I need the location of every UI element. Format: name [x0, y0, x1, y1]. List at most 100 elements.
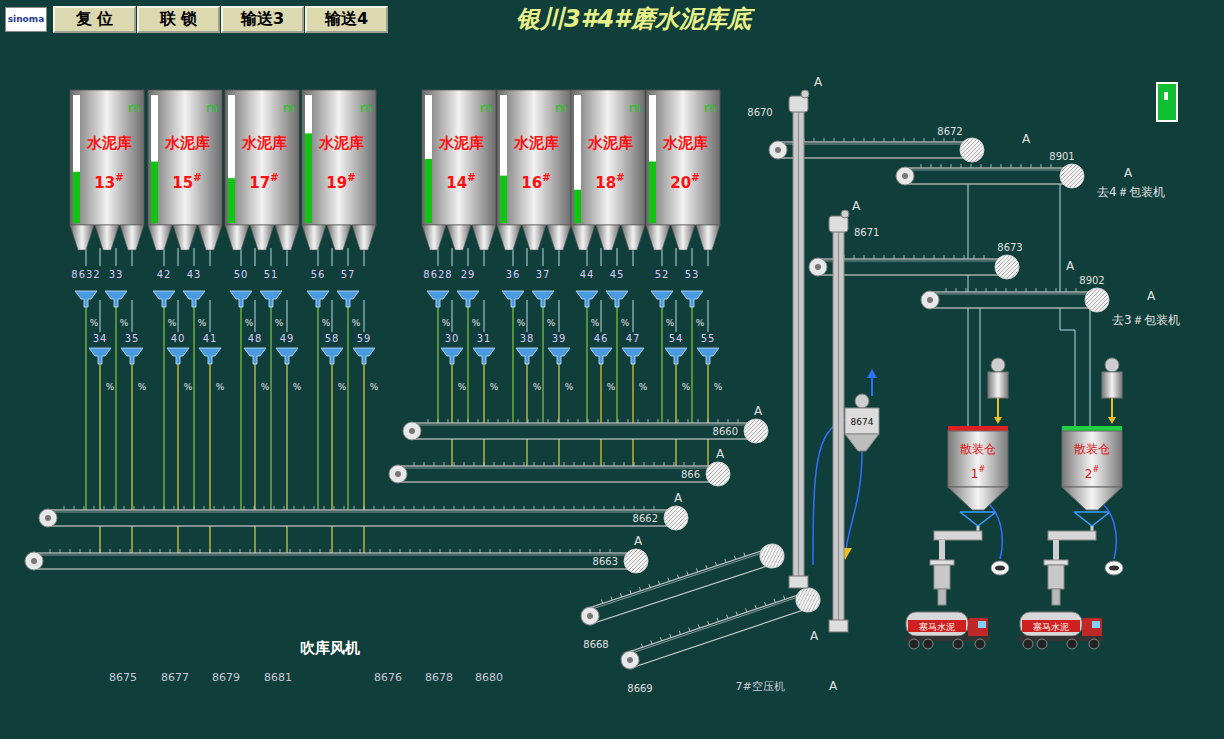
- discharge-valve[interactable]: 47%: [622, 333, 648, 392]
- valve-icon[interactable]: [260, 291, 282, 307]
- valve-icon[interactable]: [121, 348, 143, 364]
- discharge-valve[interactable]: 48%: [244, 333, 270, 392]
- discharge-valve[interactable]: 36%: [502, 269, 526, 328]
- discharge-valve[interactable]: 34%: [89, 333, 115, 392]
- valve-icon[interactable]: [697, 348, 719, 364]
- discharge-valve[interactable]: 57%: [337, 269, 361, 328]
- conveyor-belt[interactable]: 8672A: [769, 126, 1031, 162]
- valve-icon[interactable]: [548, 348, 570, 364]
- valve-icon[interactable]: [457, 291, 479, 307]
- cement-silo[interactable]: m水泥库17#: [225, 90, 299, 250]
- valve-icon[interactable]: [321, 348, 343, 364]
- belt-body[interactable]: [818, 259, 1007, 275]
- valve-icon[interactable]: [441, 348, 463, 364]
- silo-body[interactable]: [422, 90, 496, 225]
- valve-icon[interactable]: [532, 291, 554, 307]
- conveyor-belt[interactable]: 8669A: [618, 585, 824, 694]
- conveyor-belt[interactable]: 8901A去4＃包装机: [896, 151, 1165, 199]
- valve-icon[interactable]: [427, 291, 449, 307]
- fan-label[interactable]: 8679: [212, 671, 240, 684]
- discharge-valve[interactable]: 41%: [199, 333, 225, 392]
- discharge-valve[interactable]: 50%: [230, 269, 254, 328]
- silo-body[interactable]: [571, 90, 645, 225]
- belt-body[interactable]: [930, 292, 1097, 308]
- belt-body[interactable]: [34, 553, 636, 569]
- conveyor-belt[interactable]: 8660A: [403, 404, 768, 443]
- discharge-valve[interactable]: 58%: [321, 333, 347, 392]
- belt-body[interactable]: [412, 423, 756, 439]
- discharge-valve[interactable]: 39%: [548, 333, 574, 392]
- compressor-label[interactable]: 7#空压机: [735, 680, 784, 693]
- silo-body[interactable]: [497, 90, 571, 225]
- bucket-elevator[interactable]: 8670A: [747, 75, 823, 588]
- discharge-valve[interactable]: 37%: [532, 269, 556, 328]
- valve-icon[interactable]: [105, 291, 127, 307]
- bulk-silo[interactable]: 散装仓1#塞马水泥: [904, 358, 1009, 649]
- cement-silo[interactable]: m水泥库20#: [646, 90, 720, 250]
- elevator-casing[interactable]: [833, 228, 844, 622]
- cement-silo[interactable]: m水泥库19#: [302, 90, 376, 250]
- valve-icon[interactable]: [153, 291, 175, 307]
- status-indicator[interactable]: [1157, 83, 1177, 121]
- valve-icon[interactable]: [89, 348, 111, 364]
- valve-icon[interactable]: [276, 348, 298, 364]
- valve-icon[interactable]: [244, 348, 266, 364]
- discharge-valve[interactable]: 8628%: [423, 269, 452, 328]
- valve-icon[interactable]: [230, 291, 252, 307]
- valve-icon[interactable]: [681, 291, 703, 307]
- toolbar-button[interactable]: 复 位: [53, 6, 136, 33]
- silo-body[interactable]: [646, 90, 720, 225]
- bulk-silo[interactable]: 散装仓2#塞马水泥: [1018, 358, 1123, 649]
- silo-body[interactable]: [148, 90, 222, 225]
- discharge-valve[interactable]: 8632%: [71, 269, 100, 328]
- bulk-body[interactable]: [1062, 431, 1122, 487]
- fan-label[interactable]: 8677: [161, 671, 189, 684]
- cement-silo[interactable]: m水泥库14#: [422, 90, 496, 250]
- discharge-valve[interactable]: 33%: [105, 269, 129, 328]
- valve-icon[interactable]: [337, 291, 359, 307]
- discharge-valve[interactable]: 45%: [606, 269, 630, 328]
- cement-silo[interactable]: m水泥库15#: [148, 90, 222, 250]
- conveyor-belt[interactable]: 866A: [389, 447, 730, 486]
- discharge-valve[interactable]: 54%: [665, 333, 691, 392]
- valve-icon[interactable]: [199, 348, 221, 364]
- valve-icon[interactable]: [473, 348, 495, 364]
- fan-label[interactable]: 8681: [264, 671, 292, 684]
- fan-label[interactable]: 8678: [425, 671, 453, 684]
- discharge-valve[interactable]: 30%: [441, 333, 467, 392]
- discharge-valve[interactable]: 55%: [697, 333, 723, 392]
- discharge-valve[interactable]: 38%: [516, 333, 542, 392]
- conveyor-belt[interactable]: 8902A去3＃包装机: [921, 275, 1180, 327]
- valve-icon[interactable]: [606, 291, 628, 307]
- toolbar-button[interactable]: 输送3: [221, 6, 304, 33]
- valve-icon[interactable]: [353, 348, 375, 364]
- valve-icon[interactable]: [167, 348, 189, 364]
- valve-icon[interactable]: [665, 348, 687, 364]
- conveyor-belt[interactable]: 8663A: [25, 534, 648, 573]
- silo-body[interactable]: [225, 90, 299, 225]
- valve-icon[interactable]: [651, 291, 673, 307]
- conveyor-belt[interactable]: 8673A: [809, 242, 1075, 279]
- discharge-valve[interactable]: 51%: [260, 269, 284, 328]
- valve-icon[interactable]: [622, 348, 644, 364]
- discharge-valve[interactable]: 49%: [276, 333, 302, 392]
- silo-body[interactable]: [302, 90, 376, 225]
- discharge-valve[interactable]: 56%: [307, 269, 331, 328]
- belt-body[interactable]: [627, 592, 810, 667]
- toolbar-button[interactable]: 联 锁: [137, 6, 220, 33]
- discharge-valve[interactable]: 43%: [183, 269, 207, 328]
- discharge-valve[interactable]: 46%: [590, 333, 616, 392]
- belt-body[interactable]: [905, 168, 1072, 184]
- loading-spout[interactable]: [934, 565, 950, 589]
- discharge-valve[interactable]: 40%: [167, 333, 193, 392]
- fan-label[interactable]: 8676: [374, 671, 402, 684]
- valve-icon[interactable]: [183, 291, 205, 307]
- cement-silo[interactable]: m水泥库13#: [70, 90, 144, 250]
- bulk-body[interactable]: [948, 431, 1008, 487]
- belt-body[interactable]: [778, 142, 972, 158]
- silo-body[interactable]: [70, 90, 144, 225]
- discharge-valve[interactable]: 42%: [153, 269, 177, 328]
- valve-icon[interactable]: [516, 348, 538, 364]
- discharge-valve[interactable]: 59%: [353, 333, 379, 392]
- blower-icon[interactable]: [1105, 561, 1123, 575]
